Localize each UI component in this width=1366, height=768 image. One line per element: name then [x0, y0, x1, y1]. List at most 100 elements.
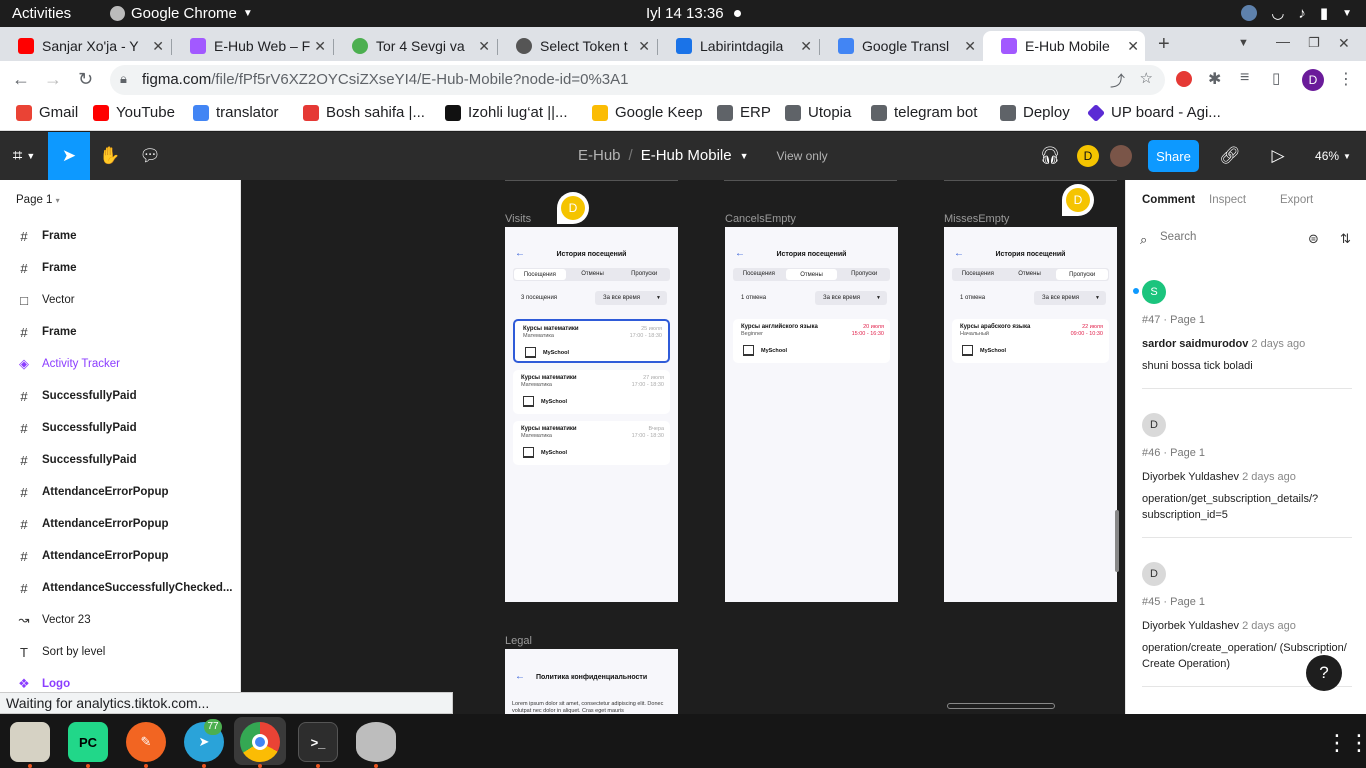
- layer-row[interactable]: # Frame: [0, 220, 241, 252]
- profile-avatar[interactable]: D: [1302, 69, 1324, 91]
- tab-export[interactable]: Export: [1280, 194, 1313, 206]
- settings-sliders-icon[interactable]: ⇅: [1340, 231, 1351, 247]
- comment-tool-button[interactable]: 💬︎: [130, 132, 170, 180]
- bookmark-folder-utopia[interactable]: Utopia: [785, 104, 851, 121]
- layer-row[interactable]: # SuccessfullyPaid: [0, 380, 241, 412]
- new-tab-button[interactable]: +: [1158, 33, 1170, 56]
- clock[interactable]: Iyl 14 13:36: [646, 5, 724, 22]
- layer-row[interactable]: # AttendanceErrorPopup: [0, 540, 241, 572]
- browser-tab[interactable]: Tor 4 Sevgi va ✕: [334, 31, 496, 61]
- pycharm-app-icon[interactable]: PC: [68, 722, 108, 762]
- layer-row[interactable]: ↝ Vector 23: [0, 604, 241, 636]
- back-button[interactable]: ←: [12, 69, 30, 90]
- forward-button[interactable]: →: [44, 69, 62, 90]
- close-icon[interactable]: ✕: [800, 38, 812, 55]
- help-button[interactable]: ?: [1306, 655, 1342, 691]
- bookmark-gmail[interactable]: Gmail: [16, 104, 78, 121]
- maximize-button[interactable]: ❐: [1308, 35, 1320, 51]
- layer-row[interactable]: # AttendanceSuccessfullyChecked...: [0, 572, 241, 604]
- layer-row[interactable]: # AttendanceErrorPopup: [0, 508, 241, 540]
- comment-pin[interactable]: D: [557, 192, 589, 224]
- database-app-icon[interactable]: [356, 722, 396, 762]
- close-icon[interactable]: ✕: [964, 38, 976, 55]
- filter-icon[interactable]: ⊜: [1308, 231, 1319, 247]
- tab-comment[interactable]: Comment: [1142, 194, 1195, 206]
- comments-search-input[interactable]: [1160, 231, 1290, 243]
- chrome-menu-icon[interactable]: ⋮: [1338, 69, 1354, 89]
- bookmark-youtube[interactable]: YouTube: [93, 104, 175, 121]
- link-icon[interactable]: 🔗︎: [1214, 132, 1246, 180]
- figma-canvas[interactable]: Visits CancelsEmpty MissesEmpty Legal ← …: [241, 180, 1125, 714]
- chrome-app-icon[interactable]: [240, 722, 280, 762]
- close-icon[interactable]: ✕: [314, 38, 326, 55]
- figma-menu-button[interactable]: ⌗ ▼: [0, 132, 48, 180]
- move-tool-button[interactable]: ➤: [48, 132, 90, 180]
- frame-label-legal[interactable]: Legal: [505, 635, 532, 647]
- browser-tab-active[interactable]: E-Hub Mobile ✕: [983, 31, 1145, 61]
- bookmark-folder-erp[interactable]: ERP: [717, 104, 771, 121]
- layer-row[interactable]: # Frame: [0, 252, 241, 284]
- layer-row[interactable]: # SuccessfullyPaid: [0, 412, 241, 444]
- present-play-icon[interactable]: ▷: [1262, 132, 1294, 180]
- side-panel-icon[interactable]: ▯: [1272, 69, 1280, 87]
- adblock-extension-icon[interactable]: [1176, 71, 1192, 87]
- tab-search-button[interactable]: ▼: [1238, 37, 1249, 49]
- file-name[interactable]: E-Hub Mobile: [641, 147, 732, 164]
- bookmark-translator[interactable]: translator: [193, 104, 279, 121]
- frame-visits[interactable]: ← История посещений Посещения Отмены Про…: [505, 227, 678, 602]
- bookmark-folder-telegram[interactable]: telegram bot: [871, 104, 977, 121]
- layer-row[interactable]: # AttendanceErrorPopup: [0, 476, 241, 508]
- headphones-icon[interactable]: 🎧︎: [1034, 132, 1066, 180]
- extensions-icon[interactable]: ✱: [1208, 69, 1221, 89]
- close-window-button[interactable]: ✕: [1338, 35, 1350, 52]
- bookmark-izohli[interactable]: Izohli lug‘at ||...: [445, 104, 568, 121]
- reload-button[interactable]: ↻: [78, 69, 93, 90]
- bookmark-bosh-sahifa[interactable]: Bosh sahifa |...: [303, 104, 425, 121]
- frame-label-misses[interactable]: MissesEmpty: [944, 213, 1009, 225]
- frame-legal[interactable]: ← Политика конфиденциальности Lorem ipsu…: [505, 649, 678, 714]
- files-app-icon[interactable]: [10, 722, 50, 762]
- minimize-button[interactable]: —: [1276, 33, 1290, 49]
- frame-label-cancels[interactable]: CancelsEmpty: [725, 213, 796, 225]
- close-icon[interactable]: ✕: [1127, 38, 1139, 55]
- frame-cancels[interactable]: ← История посещений Посещения Отмены Про…: [725, 227, 898, 602]
- collaborator-avatar[interactable]: D: [1077, 145, 1099, 167]
- project-name[interactable]: E-Hub: [578, 147, 621, 164]
- comment-thread[interactable]: D #46 · Page 1 Diyorbek Yuldashev 2 days…: [1142, 413, 1352, 538]
- frame-misses[interactable]: ← История посещений Посещения Отмены Про…: [944, 227, 1117, 602]
- layer-row[interactable]: □ Vector: [0, 284, 241, 316]
- zoom-menu[interactable]: 46% ▼: [1308, 132, 1358, 180]
- browser-tab[interactable]: Labirintdagila ✕: [658, 31, 818, 61]
- app-menu[interactable]: Google Chrome ▼: [110, 5, 253, 22]
- comment-pin[interactable]: D: [1062, 184, 1094, 216]
- postman-app-icon[interactable]: ✎: [126, 722, 166, 762]
- share-button[interactable]: Share: [1148, 140, 1199, 172]
- browser-tab[interactable]: Google Transl ✕: [820, 31, 982, 61]
- show-apps-grid-icon[interactable]: ⋮⋮⋮: [1326, 730, 1366, 756]
- frame-label-visits[interactable]: Visits: [505, 213, 531, 225]
- browser-tab[interactable]: Sanjar Xo'ja - Y ✕: [0, 31, 170, 61]
- comment-thread[interactable]: S #47 · Page 1 sardor saidmurodov 2 days…: [1142, 280, 1352, 389]
- horizontal-scrollbar[interactable]: [947, 703, 1055, 709]
- chevron-down-icon[interactable]: ▼: [740, 151, 749, 161]
- close-icon[interactable]: ✕: [638, 38, 650, 55]
- page-selector[interactable]: Page 1 ▾: [16, 194, 60, 206]
- share-page-icon[interactable]: ⤴: [1110, 70, 1125, 91]
- terminal-app-icon[interactable]: >_: [298, 722, 338, 762]
- close-icon[interactable]: ✕: [478, 38, 490, 55]
- close-icon[interactable]: ✕: [152, 38, 164, 55]
- system-tray[interactable]: ◡ ♪ ▮ ▼: [1241, 4, 1352, 22]
- activities-button[interactable]: Activities: [12, 5, 71, 22]
- address-bar[interactable]: 🔒︎ figma.com/file/fPf5rV6XZ2OYCsiZXseYI4…: [110, 65, 1165, 95]
- bookmark-star-icon[interactable]: ☆: [1140, 69, 1153, 87]
- layer-row[interactable]: T Sort by level: [0, 636, 241, 668]
- bookmark-folder-deploy[interactable]: Deploy: [1000, 104, 1070, 121]
- browser-tab[interactable]: E-Hub Web – F ✕: [172, 31, 332, 61]
- reading-list-icon[interactable]: ≡: [1240, 69, 1249, 87]
- bookmark-up-board[interactable]: UP board - Agi...: [1086, 103, 1221, 122]
- hand-tool-button[interactable]: ✋: [90, 132, 130, 180]
- layer-row[interactable]: # SuccessfullyPaid: [0, 444, 241, 476]
- layer-row[interactable]: # Frame: [0, 316, 241, 348]
- vertical-scrollbar[interactable]: [1115, 510, 1119, 572]
- user-photo-avatar[interactable]: [1110, 145, 1132, 167]
